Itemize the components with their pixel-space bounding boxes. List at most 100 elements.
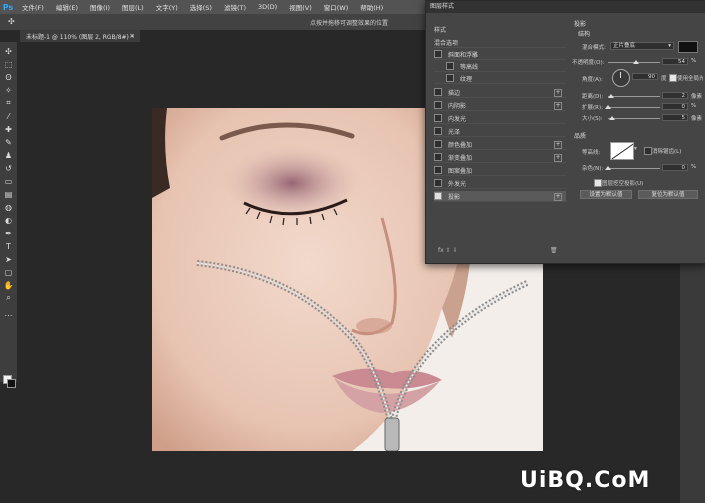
add-stroke-icon[interactable]: +	[554, 89, 562, 97]
size-slider[interactable]	[608, 118, 660, 119]
menu-select[interactable]: 选择(S)	[184, 2, 218, 12]
healing-icon[interactable]: ✚	[3, 124, 14, 134]
spread-input[interactable]: 0	[662, 103, 688, 110]
close-tab-icon[interactable]: ×	[129, 32, 135, 40]
more-tools-icon[interactable]: …	[3, 308, 14, 318]
noise-input[interactable]: 0	[662, 164, 688, 171]
distance-slider-knob[interactable]	[607, 94, 614, 98]
opacity-unit: %	[691, 58, 697, 64]
brush-icon[interactable]: ✎	[3, 137, 14, 147]
opacity-slider-knob[interactable]	[633, 60, 640, 64]
style-item-outer-glow[interactable]: 外发光	[434, 178, 566, 189]
move-tool-icon[interactable]: ✣	[8, 17, 15, 26]
menu-filter[interactable]: 滤镜(T)	[218, 2, 252, 12]
color-overlay-checkbox[interactable]	[434, 140, 442, 148]
size-unit: 像素	[691, 116, 703, 122]
menu-help[interactable]: 帮助(H)	[354, 2, 389, 12]
document-tab[interactable]: 未标题-1 @ 110% (图层 2, RGB/8#) * ×	[20, 30, 140, 42]
marquee-icon[interactable]: ⬚	[3, 59, 14, 69]
style-item-stroke[interactable]: 描边 +	[434, 87, 566, 98]
style-item-bevel[interactable]: 斜面和浮雕	[434, 49, 566, 60]
menu-edit[interactable]: 编辑(E)	[50, 2, 84, 12]
menu-window[interactable]: 窗口(W)	[318, 2, 355, 12]
style-item-pattern-overlay[interactable]: 图案叠加	[434, 165, 566, 176]
satin-checkbox[interactable]	[434, 127, 442, 135]
move-icon[interactable]: ✣	[3, 46, 14, 56]
style-list-bottom-icons[interactable]: fx ⇧ ⇩	[438, 247, 458, 254]
eraser-icon[interactable]: ▭	[3, 176, 14, 186]
type-icon[interactable]: T	[3, 241, 14, 251]
add-drop-shadow-icon[interactable]: +	[554, 193, 562, 201]
angle-dial[interactable]	[612, 69, 630, 87]
inner-glow-checkbox[interactable]	[434, 114, 442, 122]
blur-icon[interactable]: ◍	[3, 202, 14, 212]
bevel-checkbox[interactable]	[434, 50, 442, 58]
size-slider-knob[interactable]	[608, 116, 615, 120]
opacity-input[interactable]: 54	[662, 58, 688, 65]
trash-icon[interactable]: 🗑	[550, 247, 558, 254]
knockout-checkbox[interactable]	[594, 179, 602, 187]
style-item-inner-glow[interactable]: 内发光	[434, 113, 566, 124]
spread-slider[interactable]	[608, 107, 660, 108]
add-inner-shadow-icon[interactable]: +	[554, 102, 562, 110]
distance-slider[interactable]	[608, 96, 660, 97]
shape-icon[interactable]: ▢	[3, 267, 14, 277]
stamp-icon[interactable]: ♟	[3, 150, 14, 160]
drop-shadow-settings: 投影 结构 混合模式: 正片叠底 ▾ 不透明度(O): 54 % 角度(A): …	[568, 13, 703, 259]
menu-view[interactable]: 视图(V)	[283, 2, 318, 12]
angle-input[interactable]: 90	[632, 73, 658, 80]
add-gradient-overlay-icon[interactable]: +	[554, 154, 562, 162]
menu-layer[interactable]: 图层(L)	[116, 2, 150, 12]
chevron-down-icon[interactable]: ▾	[634, 146, 637, 152]
global-light-checkbox[interactable]	[669, 74, 677, 82]
history-brush-icon[interactable]: ↺	[3, 163, 14, 173]
hand-icon[interactable]: ✋	[3, 280, 14, 290]
reset-default-button[interactable]: 复位为默认值	[638, 190, 698, 199]
style-item-inner-shadow[interactable]: 内阴影 +	[434, 100, 566, 111]
zoom-icon[interactable]: ⌕	[3, 293, 14, 303]
menu-3d[interactable]: 3D(D)	[252, 3, 283, 11]
make-default-button[interactable]: 设置为默认值	[580, 190, 632, 199]
style-item-satin[interactable]: 光泽	[434, 126, 566, 137]
eyedropper-icon[interactable]: ⁄	[3, 111, 14, 121]
dodge-icon[interactable]: ◐	[3, 215, 14, 225]
background-color[interactable]	[7, 379, 16, 388]
noise-slider[interactable]	[608, 168, 660, 169]
blend-options-row[interactable]: 混合选项	[434, 37, 566, 48]
gradient-overlay-checkbox[interactable]	[434, 153, 442, 161]
style-item-drop-shadow[interactable]: 投影 +	[434, 191, 566, 202]
inner-shadow-checkbox[interactable]	[434, 101, 442, 109]
style-item-contour[interactable]: 等高线	[434, 61, 566, 72]
antialias-checkbox[interactable]	[644, 147, 652, 155]
magic-wand-icon[interactable]: ✧	[3, 85, 14, 95]
stroke-checkbox[interactable]	[434, 88, 442, 96]
blend-mode-select[interactable]: 正片叠底 ▾	[610, 42, 674, 50]
add-color-overlay-icon[interactable]: +	[554, 141, 562, 149]
outer-glow-checkbox[interactable]	[434, 179, 442, 187]
style-item-label: 斜面和浮雕	[448, 51, 479, 59]
lasso-icon[interactable]: ʘ	[3, 72, 14, 82]
texture-checkbox[interactable]	[446, 74, 454, 82]
style-item-gradient-overlay[interactable]: 渐变叠加 +	[434, 152, 566, 163]
pattern-overlay-checkbox[interactable]	[434, 166, 442, 174]
menu-file[interactable]: 文件(F)	[16, 2, 50, 12]
pen-icon[interactable]: ✒	[3, 228, 14, 238]
drop-shadow-checkbox[interactable]	[434, 192, 442, 200]
styles-header: 样式	[434, 27, 447, 34]
spread-slider-knob[interactable]	[605, 105, 611, 109]
path-select-icon[interactable]: ➤	[3, 254, 14, 264]
size-input[interactable]: 5	[662, 114, 688, 121]
menu-image[interactable]: 图像(I)	[84, 2, 116, 12]
distance-input[interactable]: 2	[662, 92, 688, 99]
gradient-icon[interactable]: ▤	[3, 189, 14, 199]
style-item-color-overlay[interactable]: 颜色叠加 +	[434, 139, 566, 150]
contour-picker[interactable]	[610, 142, 634, 160]
contour-checkbox[interactable]	[446, 62, 454, 70]
menu-type[interactable]: 文字(Y)	[150, 2, 184, 12]
options-hint: 点按并拖移可调整效果的位置	[310, 20, 389, 27]
crop-icon[interactable]: ⌗	[3, 98, 14, 108]
shadow-color-swatch[interactable]	[678, 41, 698, 53]
style-item-texture[interactable]: 纹理	[434, 73, 566, 84]
noise-slider-knob[interactable]	[605, 166, 611, 170]
structure-title: 结构	[578, 31, 591, 38]
